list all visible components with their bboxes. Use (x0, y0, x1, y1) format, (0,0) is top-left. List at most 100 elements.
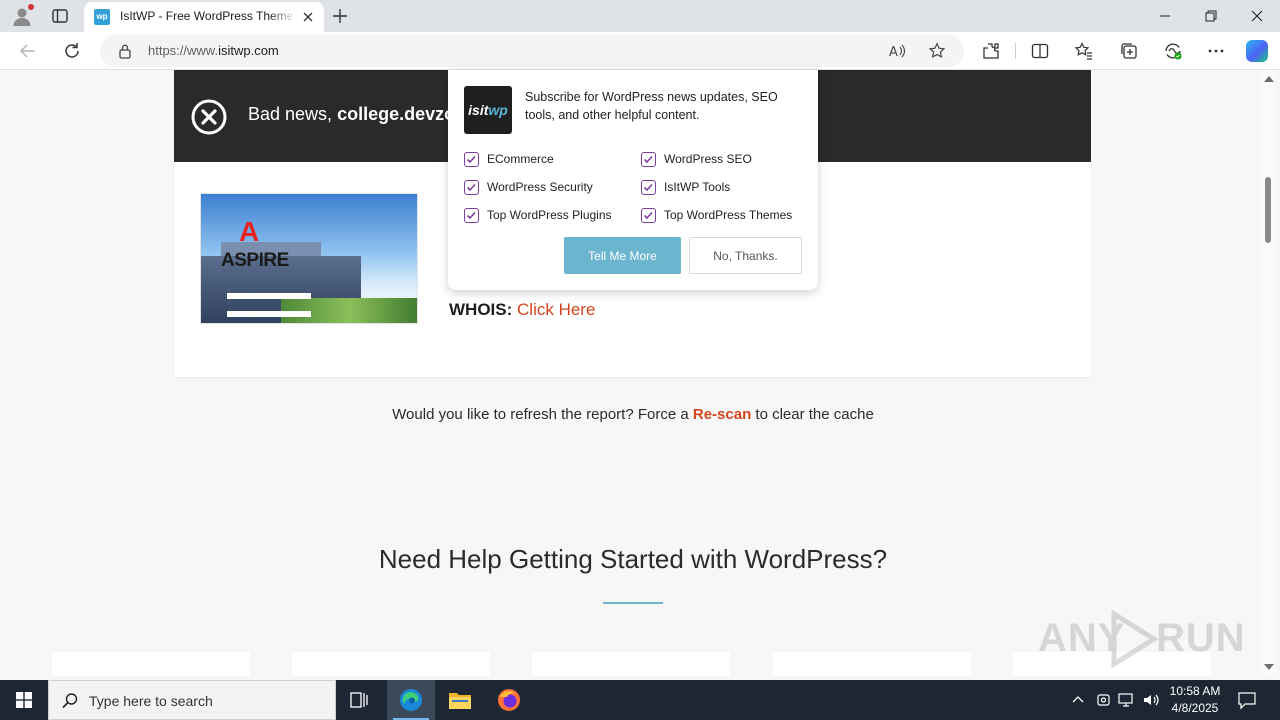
tab-actions-icon (52, 9, 68, 23)
refresh-icon (65, 43, 79, 58)
checkbox-checked-icon[interactable] (641, 208, 656, 223)
active-tab[interactable]: wp IsItWP - Free WordPress Theme Detecto… (84, 2, 324, 32)
notification-dot (28, 4, 34, 10)
minimize-button[interactable] (1142, 0, 1188, 32)
subscribe-popup: isitwp Subscribe for WordPress news upda… (448, 70, 818, 290)
taskbar-file-explorer[interactable] (436, 680, 484, 720)
subscribe-text: Subscribe for WordPress news updates, SE… (525, 90, 778, 122)
task-view-button[interactable] (336, 680, 384, 720)
taskbar-edge[interactable] (387, 680, 435, 720)
navigation-bar: https://www.isitwp.com A (0, 32, 1280, 70)
start-button[interactable] (0, 680, 48, 720)
more-options-icon[interactable] (1206, 41, 1226, 61)
play-triangle-icon (1111, 610, 1159, 668)
help-card[interactable] (52, 652, 250, 676)
option-label: Top WordPress Plugins (487, 208, 612, 222)
rescan-notice: Would you like to refresh the report? Fo… (4, 406, 1262, 423)
site-screenshot: A ASPIRE (200, 193, 418, 324)
clock-time: 10:58 AM (1169, 684, 1221, 698)
close-window-button[interactable] (1234, 0, 1280, 32)
split-screen-icon[interactable] (1030, 41, 1050, 61)
error-x-icon (191, 99, 227, 135)
watermark-text-right: RUN (1156, 616, 1246, 660)
favorites-icon[interactable] (1074, 41, 1094, 61)
lock-icon[interactable] (118, 43, 132, 59)
screenshot-logo-mark: A (239, 216, 260, 247)
screenshot-logo-text: ASPIRE (221, 250, 289, 271)
heading-underline (603, 602, 663, 604)
read-aloud-icon[interactable]: A (888, 42, 906, 60)
logo-text-wp: wp (488, 102, 508, 118)
whois-row: WHOIS: Click Here (449, 300, 595, 320)
banner-domain: college.devzo (337, 104, 456, 124)
close-window-icon (1251, 10, 1263, 22)
edge-icon (400, 689, 422, 711)
folder-icon (449, 693, 471, 709)
taskbar-firefox[interactable] (485, 680, 533, 720)
tell-me-more-button[interactable]: Tell Me More (564, 237, 681, 274)
rescan-link[interactable]: Re-scan (693, 406, 751, 423)
taskbar-search-box[interactable]: Type here to search (48, 680, 336, 720)
scroll-up-arrow-icon[interactable] (1264, 76, 1274, 82)
logo-text-isit: isit (468, 102, 489, 118)
help-card[interactable] (773, 652, 971, 676)
search-icon (62, 693, 78, 709)
checkbox-checked-icon[interactable] (464, 152, 479, 167)
rescan-suffix: to clear the cache (751, 406, 874, 423)
extensions-icon[interactable] (981, 41, 1001, 61)
scrollbar-thumb[interactable] (1265, 177, 1271, 243)
plus-icon (333, 9, 347, 23)
windows-logo-icon (16, 692, 32, 708)
close-icon (303, 12, 313, 22)
task-view-icon (350, 692, 368, 708)
collections-icon[interactable] (1119, 41, 1139, 61)
meet-now-icon[interactable] (1094, 690, 1114, 710)
browser-essentials-icon[interactable] (1163, 41, 1183, 61)
banner-prefix: Bad news, (248, 104, 338, 124)
rescan-prefix: Would you like to refresh the report? Fo… (392, 406, 693, 423)
address-bar[interactable]: https://www.isitwp.com A (100, 35, 964, 67)
option-label: Top WordPress Themes (664, 208, 793, 222)
notifications-icon[interactable] (1236, 690, 1258, 710)
refresh-button[interactable] (61, 40, 83, 62)
profile-button[interactable] (10, 4, 34, 28)
option-label: WordPress Security (487, 180, 593, 194)
new-tab-button[interactable] (330, 6, 350, 26)
restore-button[interactable] (1188, 0, 1234, 32)
checkbox-checked-icon[interactable] (641, 180, 656, 195)
tab-favicon-icon: wp (94, 9, 110, 25)
option-label: WordPress SEO (664, 152, 752, 166)
no-thanks-button[interactable]: No, Thanks. (689, 237, 802, 274)
whois-link[interactable]: Click Here (517, 300, 595, 319)
firefox-icon (498, 689, 520, 711)
back-arrow-icon (19, 44, 35, 58)
tab-title: IsItWP - Free WordPress Theme Detector (120, 9, 296, 23)
volume-icon[interactable] (1141, 690, 1161, 710)
back-button[interactable] (17, 40, 39, 62)
help-heading: Need Help Getting Started with WordPress… (378, 544, 888, 574)
page-scrollbar[interactable] (1262, 70, 1276, 676)
close-tab-button[interactable] (300, 9, 316, 25)
checkbox-checked-icon[interactable] (641, 152, 656, 167)
scroll-down-arrow-icon[interactable] (1264, 664, 1274, 670)
url-text[interactable]: https://www.isitwp.com (148, 43, 279, 58)
whois-label: WHOIS: (449, 300, 513, 319)
toolbar-divider (1015, 43, 1016, 59)
chevron-up-icon[interactable] (1068, 690, 1088, 710)
title-bar: wp IsItWP - Free WordPress Theme Detecto… (0, 0, 1280, 32)
checkbox-checked-icon[interactable] (464, 180, 479, 195)
system-clock[interactable]: 10:58 AM 4/8/2025 (1160, 683, 1230, 717)
isitwp-logo: isitwp (464, 86, 512, 134)
tab-actions-button[interactable] (50, 6, 70, 26)
network-icon[interactable] (1117, 690, 1137, 710)
help-card[interactable] (292, 652, 490, 676)
clock-date: 4/8/2025 (1171, 701, 1219, 715)
search-placeholder: Type here to search (89, 693, 213, 709)
url-scheme: https://www. (148, 43, 219, 58)
checkbox-checked-icon[interactable] (464, 208, 479, 223)
screenshot-field-2 (227, 311, 311, 317)
copilot-icon[interactable] (1246, 40, 1268, 62)
favorite-star-icon[interactable] (928, 42, 946, 60)
help-card[interactable] (532, 652, 730, 676)
option-label: IsItWP Tools (664, 180, 731, 194)
